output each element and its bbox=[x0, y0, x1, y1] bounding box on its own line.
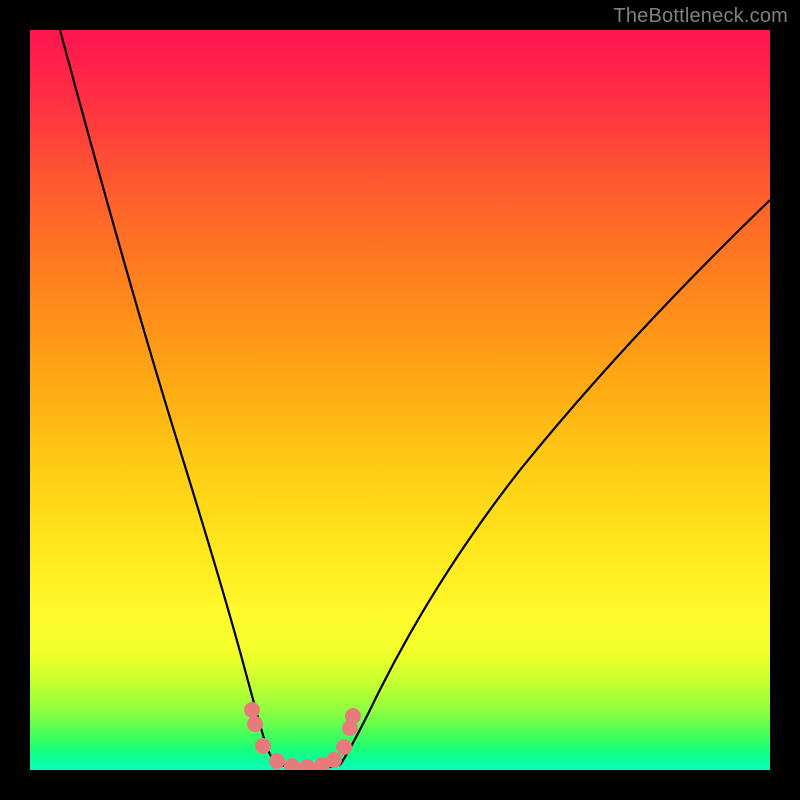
marker-dot bbox=[247, 716, 263, 732]
marker-dot bbox=[284, 758, 300, 770]
curve-left-branch bbox=[60, 30, 278, 765]
marker-dot bbox=[244, 702, 260, 718]
curve-right-branch bbox=[340, 200, 770, 765]
marker-dot bbox=[326, 752, 342, 768]
marker-dot bbox=[299, 759, 315, 770]
curve-overlay bbox=[30, 30, 770, 770]
marker-dot bbox=[269, 753, 285, 769]
marker-dot bbox=[336, 739, 352, 755]
watermark-text: TheBottleneck.com bbox=[613, 5, 788, 28]
marker-dot bbox=[345, 708, 361, 724]
marker-dot bbox=[255, 738, 271, 754]
plot-area bbox=[30, 30, 770, 770]
chart-frame: TheBottleneck.com bbox=[0, 0, 800, 800]
